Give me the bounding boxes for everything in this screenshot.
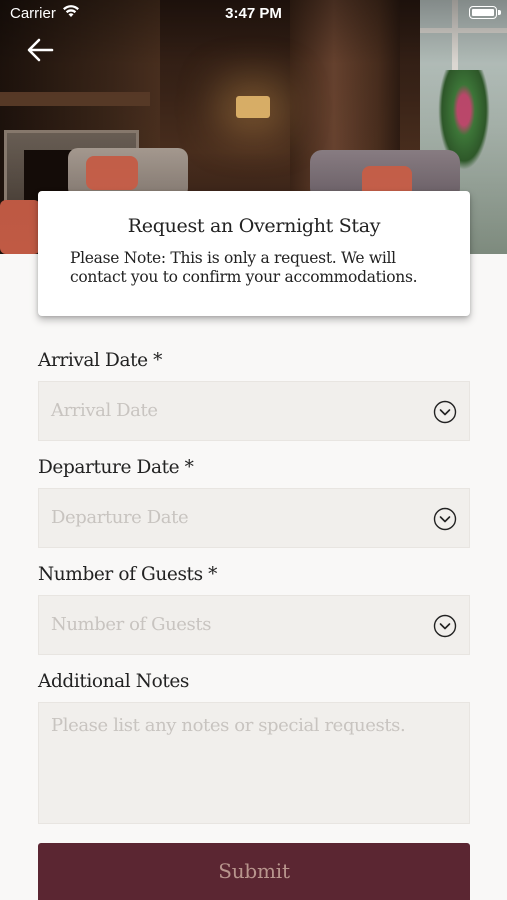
notes-label: Additional Notes (38, 671, 189, 692)
clock: 3:47 PM (225, 5, 282, 22)
arrival-date-placeholder: Arrival Date (51, 400, 158, 421)
guests-label: Number of Guests * (38, 564, 218, 585)
notes-placeholder: Please list any notes or special request… (51, 715, 406, 736)
guests-field[interactable]: Number of Guests (38, 595, 470, 655)
status-bar: Carrier 3:47 PM (0, 0, 507, 28)
chevron-down-icon (433, 400, 457, 424)
notes-textarea[interactable]: Please list any notes or special request… (38, 702, 470, 824)
guests-placeholder: Number of Guests (51, 614, 212, 635)
arrival-date-field[interactable]: Arrival Date (38, 381, 470, 441)
submit-button[interactable]: Submit (38, 843, 470, 900)
battery-tip (498, 10, 501, 15)
back-button[interactable] (22, 32, 58, 68)
card-title: Request an Overnight Stay (127, 215, 381, 237)
battery-icon (469, 6, 497, 19)
chevron-down-icon (433, 507, 457, 531)
arrow-left-icon (27, 38, 54, 62)
departure-date-field[interactable]: Departure Date (38, 488, 470, 548)
card-note: Please Note: This is only a request. We … (70, 249, 418, 286)
info-card: Request an Overnight Stay Please Note: T… (38, 191, 470, 316)
departure-date-placeholder: Departure Date (51, 507, 189, 528)
arrival-date-label: Arrival Date * (38, 350, 163, 371)
departure-date-label: Departure Date * (38, 457, 194, 478)
chevron-down-icon (433, 614, 457, 638)
